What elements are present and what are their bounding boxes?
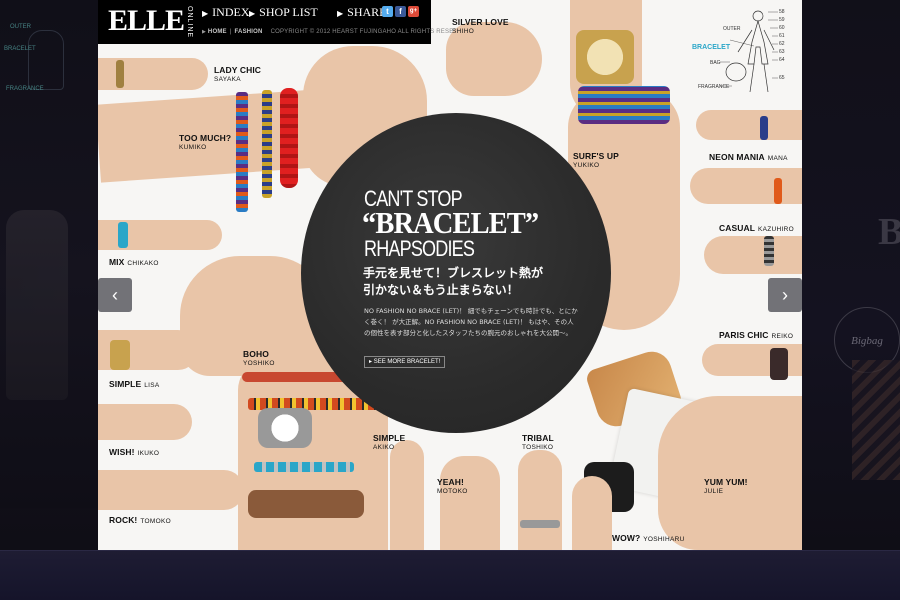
hand-photo [98, 220, 222, 250]
label-yeah: YEAH! MOTOKO [437, 477, 468, 495]
triangle-icon: ▶ [337, 9, 344, 18]
label-simple-akiko: SIMPLE AKIKO [373, 433, 406, 451]
silver-watch-image [258, 408, 312, 448]
figure-number: 62 [779, 41, 785, 47]
twitter-icon[interactable]: t [382, 6, 393, 17]
nav-shop-list-link[interactable]: ▶ SHOP LIST [249, 5, 318, 21]
hand-photo [98, 470, 244, 510]
nav-index-link[interactable]: ▶ INDEX [202, 5, 249, 21]
hand-photo [518, 450, 562, 550]
see-more-button[interactable]: ▸ SEE MORE BRACELET! [364, 356, 446, 368]
body-japanese: NO FASHION NO BRACE (LET)！ 細でもチェーンでも時計でも… [364, 307, 578, 337]
bracelet-image [262, 90, 272, 198]
bracelet-image [520, 520, 560, 528]
bottom-bar [0, 550, 900, 600]
bracelet-image [774, 178, 782, 204]
headline-rhapsodies: RHAPSODIES [364, 236, 475, 261]
hand-photo [390, 440, 424, 550]
figure-number: 64 [779, 57, 785, 63]
bracelet-image [118, 222, 128, 248]
label-surfs-up: SURF'S UP YUKIKO [573, 151, 619, 169]
coat-image [6, 210, 68, 400]
figure-label-bag[interactable]: BAG [710, 60, 721, 66]
main-page: ELLE ONLINE ▶ INDEX ▶ SHOP LIST ▶ SHARE t f… [98, 0, 802, 550]
breadcrumb-home[interactable]: HOME [208, 29, 227, 35]
label-rock: ROCK! TOMOKO [109, 515, 171, 525]
bracelet-image [280, 88, 298, 188]
figure-label-bracelet[interactable]: BRACELET [692, 44, 730, 51]
ghost-label-outer: OUTER [10, 24, 31, 30]
label-tribal: TRIBAL TOSHIKO [522, 433, 554, 451]
chevron-left-icon: ‹ [112, 285, 118, 305]
label-paris-chic: PARIS CHIC REIKO [719, 330, 794, 340]
previous-page-peek: OUTER BRACELET FRAGRANCE [0, 0, 98, 550]
label-casual: CASUAL KAZUHIRO [719, 223, 795, 233]
next-page-peek: B Bigbag [802, 0, 900, 550]
bracelet-image [764, 236, 774, 266]
ghost-label-fragrance: FRAGRANCE [6, 86, 44, 92]
ghost-label-bracelet: BRACELET [4, 46, 36, 52]
hand-photo [690, 168, 802, 204]
figure-number: 59 [779, 17, 785, 23]
site-header: ELLE ONLINE ▶ INDEX ▶ SHOP LIST ▶ SHARE t f… [98, 0, 472, 44]
label-neon-mania: NEON MANIA MANA [709, 152, 788, 162]
bracelet-image [760, 116, 768, 140]
label-boho: BOHO YOSHIKO [243, 349, 275, 367]
ghost-letter: B [878, 211, 900, 253]
nav-share-label: SHARE [347, 5, 387, 19]
figure-number: 65 [779, 75, 785, 81]
label-simple-lisa: SIMPLE LISA [109, 379, 160, 389]
bracelet-image [578, 86, 670, 124]
chevron-right-icon: › [782, 285, 788, 305]
facebook-icon[interactable]: f [395, 6, 406, 17]
nav-share: ▶ SHARE [337, 5, 387, 21]
label-lady-chic: LADY CHIC SAYAKA [214, 65, 262, 83]
previous-arrow-button[interactable]: ‹ [98, 278, 132, 312]
hand-photo [440, 456, 500, 550]
hand-photo [696, 110, 802, 140]
breadcrumb: ▶ HOME | FASHION COPYRIGHT © 2012 HEARST FU… [202, 29, 473, 35]
hand-photo [572, 476, 612, 550]
breadcrumb-fashion[interactable]: FASHION [235, 29, 263, 35]
figure-label-outer[interactable]: OUTER [723, 26, 741, 32]
figure-number: 63 [779, 49, 785, 55]
see-more-label: SEE MORE BRACELET! [373, 359, 441, 365]
hand-photo [98, 58, 208, 90]
gold-watch-image [576, 30, 634, 84]
bracelet-image [116, 60, 124, 88]
fashion-figure-icon [28, 30, 64, 90]
label-mix: MIX CHIKAKO [109, 257, 159, 267]
label-wow: WOW? YOSHIHARU [612, 533, 685, 543]
triangle-icon: ▶ [249, 9, 256, 18]
google-plus-icon[interactable]: g+ [408, 6, 419, 17]
elle-logo[interactable]: ELLE [108, 4, 185, 38]
stage: OUTER BRACELET FRAGRANCE B Bigbag ELLE O… [0, 0, 900, 600]
nav-shop-label: SHOP LIST [259, 5, 318, 19]
hand-photo [98, 404, 192, 440]
next-arrow-button[interactable]: › [768, 278, 802, 312]
hand-photo [704, 236, 802, 274]
copyright: COPYRIGHT © 2012 HEARST FUJINGAHO ALL RI… [270, 29, 473, 35]
figure-label-fragrance[interactable]: FRAGRANCE [698, 84, 729, 90]
watch-image [110, 340, 130, 370]
bracelet-image [236, 92, 248, 212]
watch-image [770, 348, 788, 380]
label-too-much: TOO MUCH? KUMIKO [179, 133, 232, 151]
subhead-japanese: 手元を見せて！ブレスレット熱が引かない＆もう止まらない！ [363, 266, 544, 297]
label-wish: WISH! IKUKO [109, 447, 160, 457]
bracelet-image [254, 462, 354, 472]
fashion-index-figure[interactable]: OUTER BRACELET BAG FRAGRANCE 58 59 60 61… [690, 2, 794, 100]
logo-online: ONLINE [186, 6, 193, 39]
label-yum-yum: YUM YUM! JULIE [704, 477, 748, 495]
hand-photo [658, 396, 802, 550]
label-silver-love: SILVER LOVE SHIHO [452, 17, 509, 35]
nav-index-label: INDEX [212, 5, 250, 19]
triangle-icon: ▶ [202, 9, 209, 18]
bag-image [852, 360, 900, 480]
figure-number: 60 [779, 25, 785, 31]
leather-cuff-image [248, 490, 364, 518]
figure-number: 61 [779, 33, 785, 39]
figure-number: 58 [779, 9, 785, 15]
